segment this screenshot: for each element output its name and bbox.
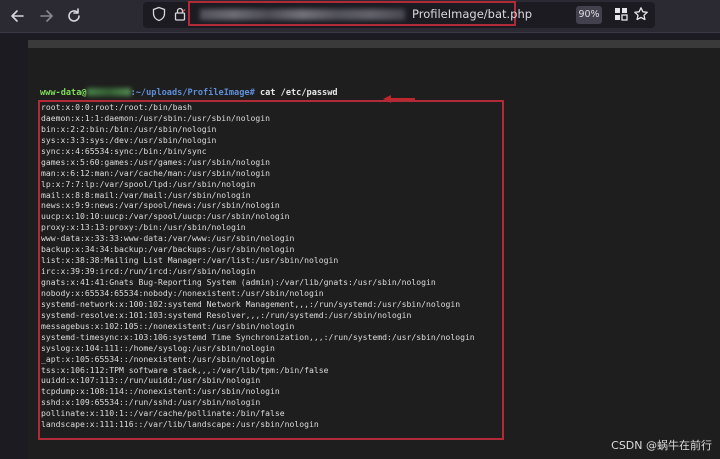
shield-icon[interactable]	[151, 6, 167, 22]
back-arrow-icon[interactable]	[8, 6, 28, 26]
url-highlight-box: ProfileImage/bat.php	[188, 1, 532, 26]
output-line: landscape:x:111:116::/var/lib/landscape:…	[41, 419, 319, 430]
output-line: sync:x:4:65534:sync:/bin:/bin/sync	[41, 145, 207, 156]
output-line: pollinate:x:110:1::/var/cache/pollinate:…	[41, 408, 285, 419]
terminal-window: www-data@ :~/uploads/ProfileImage# cat /e…	[28, 48, 720, 459]
browser-toolbar: ProfileImage/bat.php 90%	[0, 0, 720, 33]
output-line: uucp:x:10:10:uucp:/var/spool/uucp:/usr/s…	[41, 211, 290, 222]
output-line: root:x:0:0:root:/root:/bin/bash	[41, 102, 193, 112]
star-icon[interactable]	[633, 6, 649, 22]
output-line: sshd:x:109:65534::/run/sshd:/usr/sbin/no…	[41, 397, 261, 408]
command-line: www-data@ :~/uploads/ProfileImage# cat /e…	[40, 88, 338, 98]
watermark: CSDN @蜗牛在前行	[611, 439, 712, 452]
output-line: gnats:x:41:41:Gnats Bug-Reporting System…	[41, 277, 436, 287]
output-line: systemd-resolve:x:101:103:systemd Resolv…	[41, 309, 412, 320]
output-line: uuidd:x:107:113::/run/uuidd:/usr/sbin/no…	[41, 375, 261, 386]
lock-icon[interactable]	[172, 6, 188, 22]
output-line: lp:x:7:7:lp:/var/spool/lpd:/usr/sbin/nol…	[41, 178, 256, 189]
terminal-top-bar	[28, 40, 720, 48]
output-line: www-data:x:33:33:www-data:/var/www:/usr/…	[41, 233, 295, 244]
terminal-frame: www-data@ :~/uploads/ProfileImage# cat /e…	[28, 40, 720, 459]
blurred-hostname	[86, 88, 131, 96]
output-line: backup:x:34:34:backup:/var/backups:/usr/…	[41, 244, 295, 255]
output-line: tss:x:106:112:TPM software stack,,,:/var…	[41, 364, 329, 375]
output-line: daemon:x:1:1:daemon:/usr/sbin:/usr/sbin/…	[41, 112, 271, 123]
prompt-path: :~/uploads/ProfileImage#	[130, 88, 255, 98]
output-line: list:x:38:38:Mailing List Manager:/var/l…	[41, 255, 339, 266]
output-line: bin:x:2:2:bin:/bin:/usr/sbin/nologin	[41, 123, 217, 134]
output-line: irc:x:39:39:ircd:/run/ircd:/usr/sbin/nol…	[41, 266, 256, 277]
blurred-url-host	[200, 9, 405, 20]
output-line: messagebus:x:102:105::/nonexistent:/usr/…	[41, 320, 295, 331]
command-text: cat /etc/passwd	[259, 88, 338, 98]
output-line: news:x:9:9:news:/var/spool/news:/usr/sbi…	[41, 200, 280, 211]
passwd-output: root:x:0:0:root:/root:/bin/bash daemon:x:…	[41, 102, 511, 430]
output-line: mail:x:8:8:mail:/var/mail:/usr/sbin/nolo…	[41, 189, 251, 200]
output-line: syslog:x:104:111::/home/syslog:/usr/sbin…	[41, 342, 275, 353]
address-bar[interactable]: ProfileImage/bat.php 90%	[143, 1, 655, 28]
url-text[interactable]: ProfileImage/bat.php	[412, 7, 532, 21]
forward-arrow-icon[interactable]	[36, 6, 56, 26]
output-line: proxy:x:13:13:proxy:/bin:/usr/sbin/nolog…	[41, 222, 246, 233]
output-line: tcpdump:x:108:114::/nonexistent:/usr/sbi…	[41, 386, 280, 397]
grid-icon[interactable]	[613, 6, 629, 22]
output-line: nobody:x:65534:65534:nobody:/nonexistent…	[41, 287, 324, 298]
zoom-level-badge[interactable]: 90%	[576, 6, 602, 24]
output-line: games:x:5:60:games:/usr/games:/usr/sbin/…	[41, 156, 271, 167]
output-line: _apt:x:105:65534::/nonexistent:/usr/sbin…	[41, 353, 275, 364]
prompt-user: www-data@	[40, 88, 87, 98]
output-line: systemd-timesync:x:103:106:systemd Time …	[41, 331, 475, 342]
output-line: systemd-network:x:100:102:systemd Networ…	[41, 298, 461, 309]
output-line: sys:x:3:3:sys:/dev:/usr/sbin/nologin	[41, 134, 217, 145]
reload-icon[interactable]	[64, 6, 84, 26]
output-line: man:x:6:12:man:/var/cache/man:/usr/sbin/…	[41, 167, 271, 178]
